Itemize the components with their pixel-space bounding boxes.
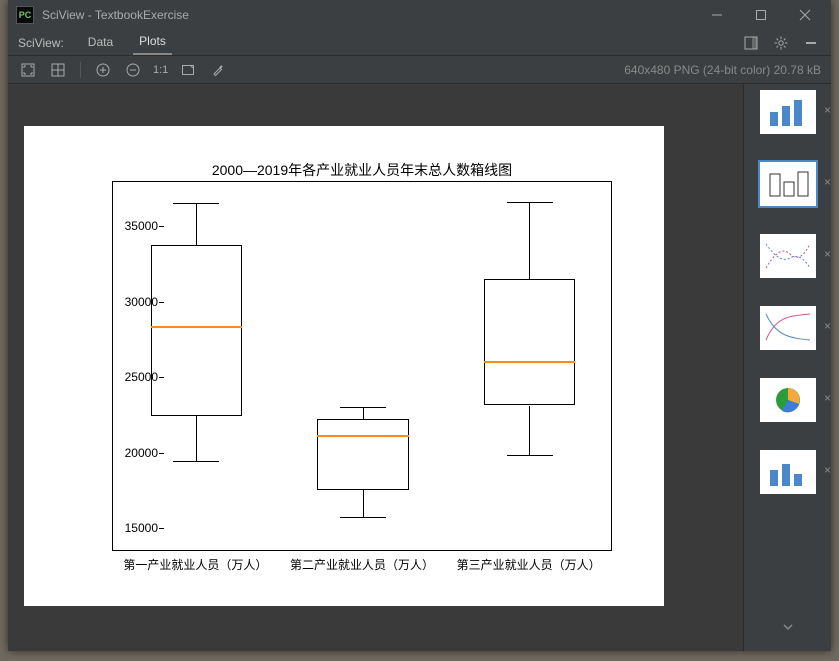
whisker: [196, 203, 197, 245]
image-info: 640x480 PNG (24-bit color) 20.78 kB: [624, 63, 821, 77]
chevron-down-icon[interactable]: [781, 620, 795, 637]
panel-label: SciView:: [18, 36, 64, 50]
whisker: [529, 202, 530, 279]
plot-viewport[interactable]: 2000—2019年各产业就业人员年末总人数箱线图 15000 20000 2500…: [8, 84, 743, 651]
whisker: [529, 406, 530, 456]
maximize-button[interactable]: [739, 1, 783, 29]
zoom-in-icon[interactable]: [93, 60, 113, 80]
plot-thumbnail[interactable]: [760, 234, 816, 278]
sciview-window: PC SciView - TextbookExercise SciView: D…: [8, 0, 831, 651]
close-icon[interactable]: ×: [822, 104, 832, 116]
x-tick-label: 第一产业就业人员（万人）: [115, 556, 275, 573]
plot-thumbnail[interactable]: [760, 306, 816, 350]
plot-thumbnail[interactable]: [760, 450, 816, 494]
close-icon[interactable]: ×: [822, 464, 832, 476]
hide-icon[interactable]: [801, 33, 821, 53]
whisker-cap: [173, 203, 219, 204]
toolbar: 1:1 640x480 PNG (24-bit color) 20.78 kB: [8, 56, 831, 84]
box: [484, 279, 576, 406]
gear-icon[interactable]: [771, 33, 791, 53]
y-tick-label: 25000: [98, 370, 158, 384]
window-title: SciView - TextbookExercise: [42, 8, 189, 22]
whisker-cap: [507, 202, 553, 203]
y-tick-label: 30000: [98, 295, 158, 309]
tab-plots[interactable]: Plots: [133, 30, 172, 55]
whisker-cap: [173, 461, 219, 462]
window-mode-icon[interactable]: [741, 33, 761, 53]
median-line: [317, 435, 409, 437]
grid-icon[interactable]: [48, 60, 68, 80]
fit-icon[interactable]: [18, 60, 38, 80]
close-icon[interactable]: ×: [822, 248, 832, 260]
chart-axes: [112, 181, 612, 551]
close-icon[interactable]: ×: [822, 320, 832, 332]
box: [317, 419, 409, 490]
whisker: [196, 416, 197, 461]
x-tick-label: 第二产业就业人员（万人）: [282, 556, 442, 573]
whisker-cap: [507, 455, 553, 456]
titlebar: PC SciView - TextbookExercise: [8, 0, 831, 30]
eyedropper-icon[interactable]: [208, 60, 228, 80]
median-line: [151, 326, 243, 328]
box: [151, 245, 243, 416]
export-icon[interactable]: [178, 60, 198, 80]
whisker-cap: [340, 517, 386, 518]
whisker: [363, 490, 364, 517]
menubar: SciView: Data Plots: [8, 30, 831, 56]
plot-thumbnail[interactable]: [760, 378, 816, 422]
plot-thumbnail[interactable]: [760, 162, 816, 206]
x-tick-label: 第三产业就业人员（万人）: [449, 556, 609, 573]
close-icon[interactable]: ×: [822, 176, 832, 188]
app-icon: PC: [16, 6, 34, 24]
whisker-cap: [340, 407, 386, 408]
y-tick-label: 35000: [98, 219, 158, 233]
median-line: [484, 361, 576, 363]
whisker: [363, 407, 364, 419]
thumbnail-sidebar: × × × × × ×: [743, 84, 831, 651]
tab-data[interactable]: Data: [82, 31, 119, 54]
zoom-reset-button[interactable]: 1:1: [153, 60, 168, 80]
plot-thumbnail[interactable]: [760, 90, 816, 134]
y-tick-label: 20000: [98, 446, 158, 460]
content-area: 2000—2019年各产业就业人员年末总人数箱线图 15000 20000 2500…: [8, 84, 831, 651]
zoom-out-icon[interactable]: [123, 60, 143, 80]
plot-canvas: 2000—2019年各产业就业人员年末总人数箱线图 15000 20000 2500…: [24, 126, 664, 606]
y-tick-label: 15000: [98, 521, 158, 535]
minimize-button[interactable]: [695, 1, 739, 29]
close-icon[interactable]: ×: [822, 392, 832, 404]
close-button[interactable]: [783, 1, 827, 29]
chart-title: 2000—2019年各产业就业人员年末总人数箱线图: [112, 160, 612, 180]
